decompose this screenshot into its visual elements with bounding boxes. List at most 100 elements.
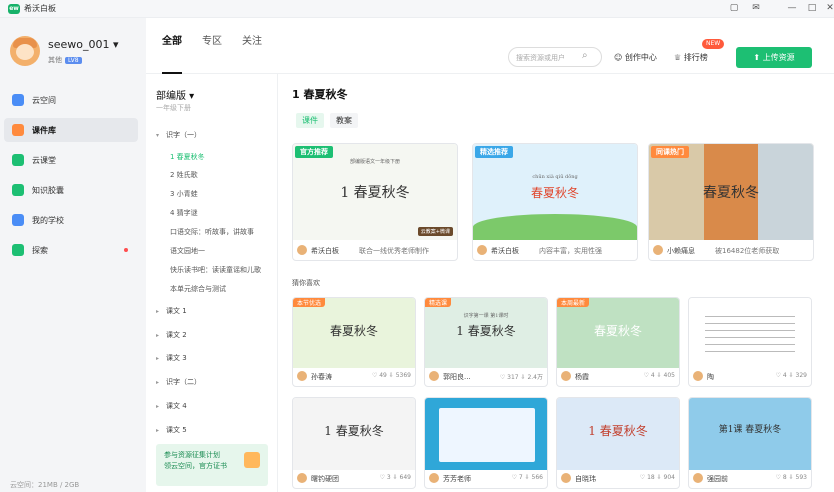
like-count: 49 <box>379 372 387 379</box>
like-icon: ♡ <box>775 474 783 481</box>
tree-item-label: 课文 2 <box>166 331 187 339</box>
courseware-card[interactable]: 1 春夏秋冬 识字第一课 第1课时 精选课 郭阳良... ♡ 317 ⇩ 2.4万 <box>424 297 548 387</box>
author-name[interactable]: 自晓玮 <box>575 474 596 484</box>
courseware-card[interactable]: 陶 ♡ 4 ⇩ 329 <box>688 297 812 387</box>
sidebar-item-0[interactable]: 云空间 <box>4 88 138 112</box>
sidebar-item-label: 我的学校 <box>32 216 64 225</box>
featured-card[interactable]: 春夏秋冬 chūn xià qiū dōng 精选推荐 希沃白板 内容丰富，实用性强 <box>472 143 638 261</box>
search-icon[interactable]: ⌕ <box>582 50 588 61</box>
tree-lesson[interactable]: 本单元综合与测试 <box>170 284 226 294</box>
tab-follow[interactable]: 关注 <box>242 32 262 47</box>
featured-card[interactable]: 1 春夏秋冬 部编版语文一年级下册 云教案+微课 官方推荐 希沃白板 联合一线优秀老师制作 <box>292 143 458 261</box>
upload-button[interactable]: ⬆ 上传资源 <box>736 47 812 68</box>
sidebar-item-1[interactable]: 课件库 <box>4 118 138 142</box>
chevron-icon: ▸ <box>156 355 160 362</box>
card-footer: 陶 ♡ 4 ⇩ 329 <box>689 366 811 386</box>
card-footer: 孙春涛 ♡ 49 ⇩ 5369 <box>293 366 415 386</box>
courseware-card[interactable]: 1 春夏秋冬 曙钓硬团 ♡ 3 ⇩ 649 <box>292 397 416 489</box>
card-footer: 希沃白板 联合一线优秀老师制作 <box>293 240 457 260</box>
card-footer: 杨霞 ♡ 4 ⇩ 405 <box>557 366 679 386</box>
subtab-courseware[interactable]: 课件 <box>296 113 324 128</box>
author-avatar <box>429 371 439 381</box>
author-name[interactable]: 希沃白板 <box>491 246 519 256</box>
author-name[interactable]: 杨霞 <box>575 372 589 382</box>
sidebar-item-2[interactable]: 云课堂 <box>4 148 138 172</box>
tree-item-label: 2 姓氏歌 <box>170 171 198 179</box>
author-name[interactable]: 小赖痛息 <box>667 246 695 256</box>
featured-card[interactable]: 春夏秋冬 同课热门 小赖痛息 被16482位老师获取 <box>648 143 814 261</box>
download-count: 649 <box>399 474 411 481</box>
tree-lesson[interactable]: 3 小青蛙 <box>170 189 198 199</box>
author-name[interactable]: 芳芳老师 <box>443 474 471 484</box>
subtab-lesson-plan[interactable]: 教案 <box>330 113 358 128</box>
edition-select[interactable]: 部编版 ▾ <box>156 87 194 102</box>
author-name[interactable]: 希沃白板 <box>311 246 339 256</box>
tree-unit[interactable]: ▸ 识字（二） <box>156 377 201 387</box>
card-stats: ♡ 4 ⇩ 329 <box>776 372 807 379</box>
courseware-card[interactable]: 第1课 春夏秋冬 强园前 ♡ 8 ⇩ 593 <box>688 397 812 489</box>
download-icon: ⇩ <box>786 372 796 379</box>
card-tag: 精选课 <box>425 298 452 307</box>
tree-item-label: 3 小青蛙 <box>170 190 198 198</box>
tab-all[interactable]: 全部 <box>162 32 182 47</box>
close-icon[interactable]: ✕ <box>824 2 834 14</box>
download-count: 566 <box>531 474 543 481</box>
user-role: 其他 LV8 <box>48 55 82 65</box>
card-stats: ♡ 317 ⇩ 2.4万 <box>500 372 543 381</box>
courseware-card[interactable]: 1 春夏秋冬 自晓玮 ♡ 18 ⇩ 904 <box>556 397 680 489</box>
tab-zone[interactable]: 专区 <box>202 32 222 47</box>
sidebar-item-5[interactable]: 探索 <box>4 238 138 262</box>
tree-unit[interactable]: ▸ 课文 5 <box>156 425 187 435</box>
sidebar-item-3[interactable]: 知识胶囊 <box>4 178 138 202</box>
tree-lesson[interactable]: 语文园地一 <box>170 246 205 256</box>
mail-icon[interactable]: ✉ <box>750 2 762 14</box>
tree-lesson[interactable]: 快乐读书吧：读读童谣和儿歌 <box>170 265 261 275</box>
promo-text: 参与资源征集计划 领云空间，官方证书 <box>164 451 227 470</box>
author-avatar <box>297 473 307 483</box>
maximize-icon[interactable]: □ <box>806 2 818 14</box>
card-tag: 本节优选 <box>293 298 326 307</box>
ranking-link[interactable]: ♕ 排行榜 <box>674 52 708 63</box>
tree-lesson[interactable]: 1 春夏秋冬 <box>170 152 205 162</box>
tree-lesson[interactable]: 4 猜字谜 <box>170 208 198 218</box>
tree-unit[interactable]: ▾ 识字（一） <box>156 130 201 140</box>
thumbnail-corner-tag: 云教案+微课 <box>417 227 453 236</box>
capsule-icon <box>12 184 24 196</box>
author-name[interactable]: 孙春涛 <box>311 372 332 382</box>
courseware-thumbnail: 春夏秋冬 <box>649 144 813 240</box>
download-icon: ⇩ <box>654 474 664 481</box>
card-description: 被16482位老师获取 <box>715 247 780 255</box>
tree-unit[interactable]: ▸ 课文 2 <box>156 330 187 340</box>
rocket-icon <box>12 244 24 256</box>
author-name[interactable]: 郭阳良... <box>443 372 471 382</box>
thumbnail-title: 春夏秋冬 <box>329 324 378 338</box>
author-name[interactable]: 曙钓硬团 <box>311 474 339 484</box>
chevron-icon: ▸ <box>156 427 160 434</box>
tree-unit[interactable]: ▸ 课文 1 <box>156 306 187 316</box>
card-description: 联合一线优秀老师制作 <box>359 247 429 255</box>
help-icon[interactable]: ▢ <box>728 2 740 14</box>
avatar[interactable] <box>10 36 40 66</box>
creator-center-link[interactable]: ☺ 创作中心 <box>614 52 657 63</box>
courseware-card[interactable]: 春夏秋冬 本周最新 杨霞 ♡ 4 ⇩ 405 <box>556 297 680 387</box>
courseware-card[interactable]: 芳芳老师 ♡ 7 ⇩ 566 <box>424 397 548 489</box>
username[interactable]: seewo_001 ▾ <box>48 38 119 51</box>
lesson-title: 1 春夏秋冬 <box>292 88 348 101</box>
sidebar-item-4[interactable]: 我的学校 <box>4 208 138 232</box>
author-avatar <box>429 473 439 483</box>
author-avatar <box>297 371 307 381</box>
heart-icon <box>12 124 24 136</box>
courseware-thumbnail <box>425 398 547 470</box>
tree-unit[interactable]: ▸ 课文 4 <box>156 401 187 411</box>
like-icon: ♡ <box>511 474 519 481</box>
tree-lesson[interactable]: 口语交际：听故事，讲故事 <box>170 227 254 237</box>
thumbnail-subtitle: 识字第一课 第1课时 <box>463 313 509 319</box>
courseware-card[interactable]: 春夏秋冬 本节优选孙春涛 ♡ 49 ⇩ 5369 <box>292 297 416 387</box>
tree-unit[interactable]: ▸ 课文 3 <box>156 353 187 363</box>
like-icon: ♡ <box>775 372 783 379</box>
author-name[interactable]: 陶 <box>707 372 714 382</box>
card-stats: ♡ 49 ⇩ 5369 <box>372 372 411 379</box>
tree-lesson[interactable]: 2 姓氏歌 <box>170 170 198 180</box>
minimize-icon[interactable]: — <box>786 2 798 14</box>
author-name[interactable]: 强园前 <box>707 474 728 484</box>
